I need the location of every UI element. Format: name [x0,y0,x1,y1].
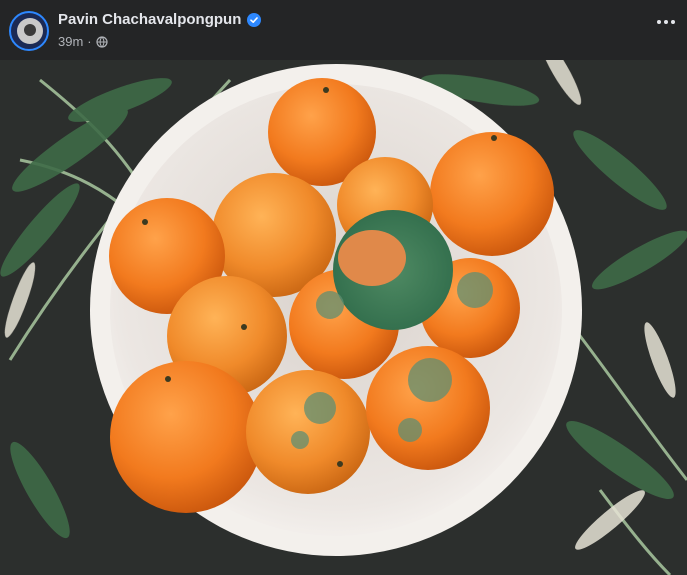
more-horizontal-icon [657,20,661,24]
post-header: Pavin Chachavalpongpun 39m · [0,0,687,60]
post-meta: 39m · [58,34,108,49]
avatar[interactable] [9,11,49,51]
post-timestamp[interactable]: 39m [58,34,83,49]
author-row: Pavin Chachavalpongpun [58,11,262,28]
author-name[interactable]: Pavin Chachavalpongpun [58,11,241,28]
verified-badge-icon [247,12,262,27]
avatar-image [17,18,43,44]
globe-icon [96,35,108,48]
photo-illustration [0,60,687,575]
post-photo[interactable] [0,60,687,575]
meta-separator: · [87,34,92,49]
more-options-button[interactable] [657,20,675,24]
